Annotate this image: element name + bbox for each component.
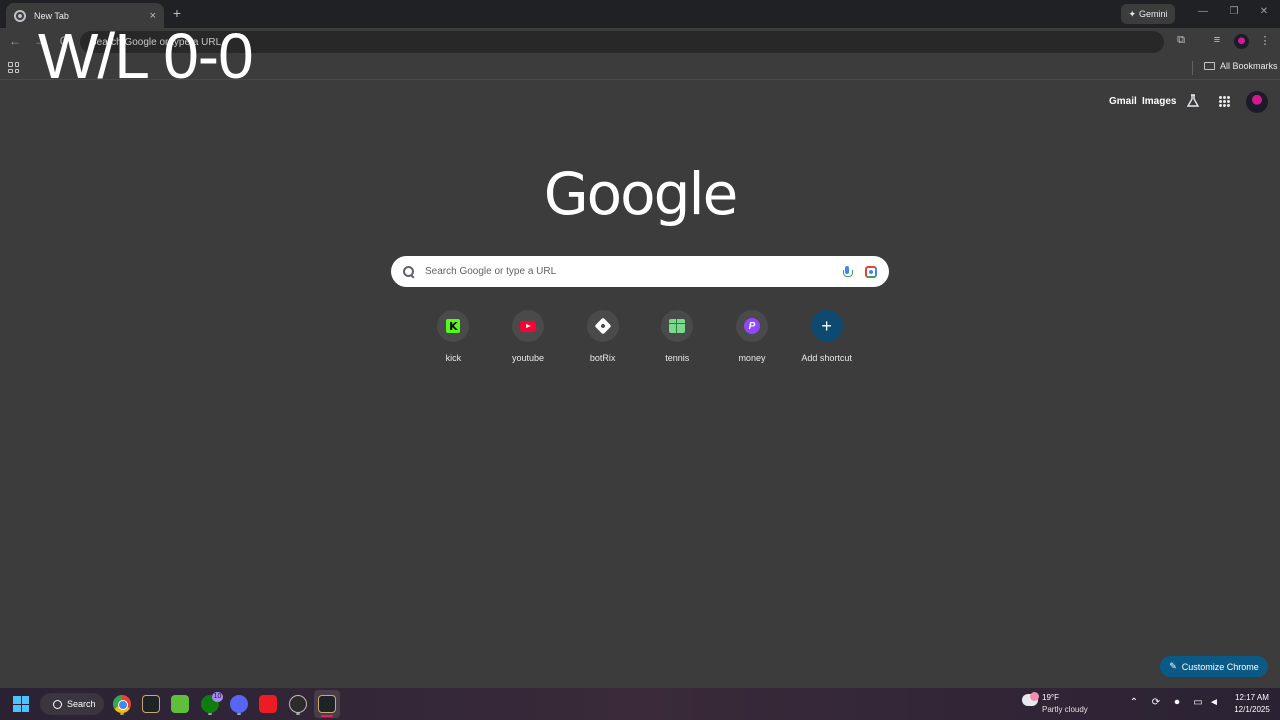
bookmarks-divider — [1192, 61, 1193, 75]
tray-overflow-chevron-icon[interactable]: ⌃ — [1128, 697, 1140, 708]
gemini-button[interactable]: ✦ Gemini — [1121, 4, 1175, 24]
all-bookmarks-label: All Bookmarks — [1220, 61, 1278, 71]
menu-kebab-icon[interactable]: ⋮ — [1258, 34, 1272, 47]
riot-client-taskbar-icon[interactable] — [289, 695, 307, 713]
youtube-icon — [519, 320, 536, 332]
botrix-icon — [594, 317, 612, 335]
windows-start-icon[interactable] — [13, 696, 29, 712]
clock-time[interactable]: 12:17 AM — [1228, 693, 1276, 702]
reading-list-icon[interactable]: ≡ — [1210, 34, 1224, 46]
images-link[interactable]: Images — [1142, 96, 1176, 107]
shortcut-money-tile[interactable]: P — [735, 310, 768, 342]
shortcut-kick-tile[interactable]: K — [437, 310, 470, 342]
shortcut-label: kick — [445, 353, 462, 363]
shortcut-label: botRix — [589, 353, 616, 363]
profile-avatar-small[interactable] — [1234, 34, 1249, 49]
tray-microphone-icon[interactable]: ⏺ — [1171, 697, 1183, 708]
search-box[interactable] — [391, 256, 889, 287]
running-indicator — [120, 713, 124, 715]
shortcut-kick[interactable]: K kick — [416, 310, 491, 363]
tray-display-icon[interactable]: ▭ — [1192, 697, 1204, 708]
apps-shortcut-icon[interactable] — [8, 62, 19, 73]
shortcut-label: tennis — [665, 353, 690, 363]
shortcut-youtube-tile[interactable] — [511, 310, 544, 342]
shortcut-label: money — [738, 353, 766, 363]
voice-search-icon[interactable] — [843, 265, 853, 278]
taskbar: Search — [0, 688, 1280, 720]
tab-search-icon[interactable]: ⧉ — [1174, 34, 1188, 47]
restore-button[interactable]: ❐ — [1227, 6, 1241, 17]
google-logo: Google — [543, 160, 739, 228]
taskbar-search-label: Search — [67, 699, 96, 709]
search-input[interactable] — [425, 266, 843, 277]
profile-avatar[interactable] — [1246, 91, 1268, 113]
shortcut-add[interactable]: + Add shortcut — [789, 310, 864, 363]
league-of-legends-taskbar-icon[interactable] — [318, 695, 336, 713]
kick-icon: K — [446, 319, 461, 333]
running-indicator — [296, 713, 300, 715]
discord-taskbar-icon[interactable] — [230, 695, 248, 713]
running-indicator — [208, 713, 212, 715]
money-icon: P — [743, 318, 760, 334]
shortcut-label: youtube — [511, 353, 544, 363]
gmail-link[interactable]: Gmail — [1109, 96, 1137, 107]
pencil-icon: ✎ — [1169, 661, 1177, 671]
weather-temperature[interactable]: 19°F — [1042, 693, 1059, 702]
customize-chrome-button[interactable]: ✎ Customize Chrome — [1160, 656, 1268, 677]
add-shortcut-button[interactable]: + — [810, 310, 843, 342]
minimize-button[interactable]: — — [1196, 6, 1210, 17]
close-window-button[interactable]: ✕ — [1257, 6, 1271, 17]
weather-description[interactable]: Partly cloudy — [1042, 705, 1088, 714]
back-button[interactable]: ← — [8, 34, 22, 48]
customize-chrome-label: Customize Chrome — [1181, 661, 1259, 672]
gemini-label: Gemini — [1139, 9, 1168, 19]
league-client-taskbar-icon[interactable] — [142, 695, 160, 713]
taskbar-search-icon — [53, 699, 62, 709]
google-lens-icon[interactable] — [865, 265, 877, 278]
shortcut-tennis-tile[interactable] — [661, 310, 694, 342]
new-tab-button[interactable]: + — [170, 5, 184, 21]
weather-alert-icon — [1030, 692, 1039, 701]
active-app-indicator — [321, 715, 333, 717]
shortcuts-row: K kick youtube botRix tennis P money + A… — [416, 310, 864, 363]
shortcut-youtube[interactable]: youtube — [491, 310, 566, 363]
gemini-sparkle-icon: ✦ — [1128, 8, 1137, 19]
shortcut-botrix-tile[interactable] — [586, 310, 619, 342]
shortcut-tennis[interactable]: tennis — [640, 310, 715, 363]
google-apps-icon[interactable] — [1219, 96, 1230, 107]
taskbar-search-button[interactable]: Search — [40, 693, 104, 715]
minecraft-taskbar-icon[interactable] — [171, 695, 189, 713]
chrome-taskbar-icon[interactable] — [113, 695, 131, 713]
search-icon — [403, 265, 415, 278]
amd-software-taskbar-icon[interactable] — [259, 695, 277, 713]
chrome-favicon-icon — [14, 9, 26, 22]
running-indicator — [237, 713, 241, 715]
shortcut-label: Add shortcut — [801, 353, 852, 363]
shortcut-botrix[interactable]: botRix — [565, 310, 640, 363]
tab-title: New Tab — [34, 10, 69, 21]
tray-sync-icon[interactable]: ⟳ — [1150, 697, 1162, 708]
folder-icon — [1204, 62, 1215, 70]
labs-flask-icon[interactable] — [1186, 94, 1200, 108]
win-loss-overlay: W/L 0-0 — [38, 20, 254, 92]
tennis-icon — [669, 319, 686, 333]
shortcut-money[interactable]: P money — [715, 310, 790, 363]
xbox-notification-badge: 10 — [212, 692, 223, 702]
tray-volume-icon[interactable]: ◄ — [1208, 697, 1220, 708]
clock-date[interactable]: 12/1/2025 — [1228, 705, 1276, 714]
all-bookmarks-button[interactable]: All Bookmarks — [1204, 61, 1278, 71]
